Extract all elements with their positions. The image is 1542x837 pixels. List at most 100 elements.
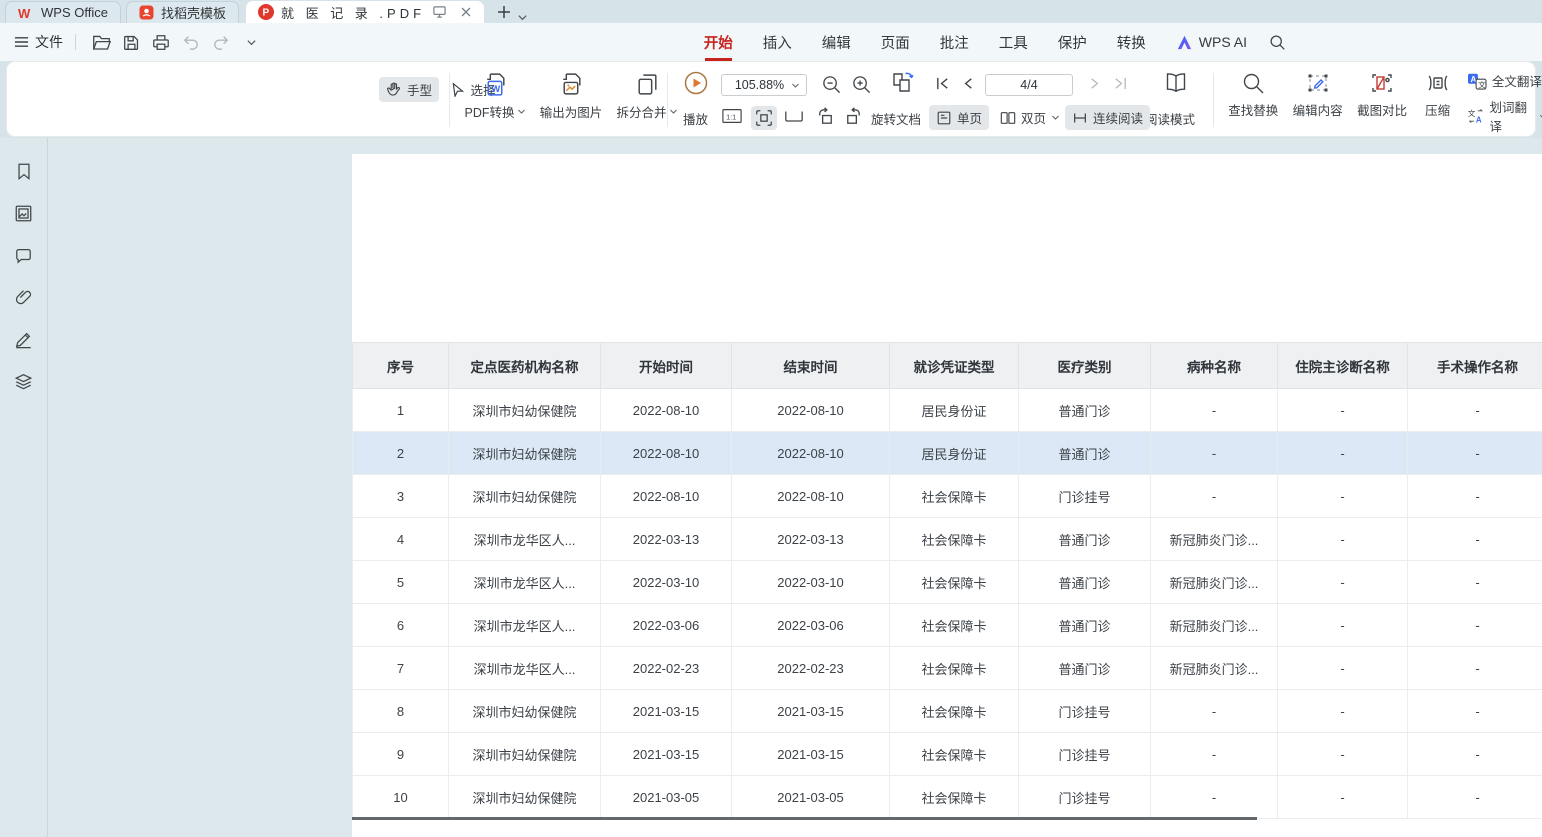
table-cell: 2022-02-23 [601,647,732,690]
table-cell: 深圳市龙华区人... [449,604,601,647]
tab-wps-office[interactable]: W WPS Office [5,1,121,23]
export-image-button[interactable]: 输出为图片 [533,71,609,121]
zoom-in-button[interactable] [851,74,872,95]
full-text-translate-button[interactable]: A文 全文翻译 [1467,71,1542,90]
page-number-input[interactable]: 4/4 [985,74,1073,96]
table-cell: 居民身份证 [890,432,1019,475]
next-page-button[interactable] [1087,76,1102,91]
menu-search-icon[interactable] [1269,34,1286,51]
menu-tab-2[interactable]: 插入 [763,26,792,59]
last-page-button[interactable] [1113,76,1128,91]
file-menu-button[interactable]: 文件 [14,32,63,52]
signature-panel-button[interactable] [13,328,35,350]
rotate-right-button[interactable] [843,106,864,127]
table-cell: 2022-03-10 [601,561,732,604]
fit-width-button[interactable] [783,106,805,126]
table-cell: 深圳市妇幼保健院 [449,690,601,733]
wps-ai-button[interactable]: WPS AI [1176,34,1247,50]
folder-open-icon [92,34,111,51]
continuous-reading-button[interactable]: 连续阅读 [1065,105,1150,130]
docer-icon [139,5,154,20]
hand-icon [386,81,402,97]
tab-docer-templates[interactable]: 找稻壳模板 [126,1,239,23]
double-page-button[interactable]: 双页 [993,105,1067,130]
menu-tab-8[interactable]: 转换 [1117,26,1146,59]
thumbnails-panel-button[interactable] [13,202,35,224]
pen-icon [14,330,33,349]
first-page-button[interactable] [935,76,950,91]
svg-text:文: 文 [1478,79,1486,89]
actual-size-button[interactable]: 1:1 [721,106,743,126]
comments-panel-button[interactable] [13,244,35,266]
previous-page-button[interactable] [961,76,976,91]
compress-button[interactable]: 压缩 [1414,71,1461,119]
tab-list-chevron-icon[interactable] [517,12,528,23]
quick-access-chevron[interactable] [238,30,264,54]
redo-button[interactable] [208,30,234,54]
table-cell: 社会保障卡 [890,518,1019,561]
attachments-panel-button[interactable] [13,286,35,308]
redo-icon [212,34,230,50]
hand-tool-button[interactable]: 手型 [379,77,439,102]
menu-tab-5[interactable]: 批注 [940,26,969,59]
pdf-convert-button[interactable]: W PDF转换 [457,71,533,121]
menu-tab-7[interactable]: 保护 [1058,26,1087,59]
table-cell: 2022-03-06 [601,604,732,647]
tab-document-pdf[interactable]: P 就 医 记 录 .PDF [246,1,484,23]
bookmarks-panel-button[interactable] [13,160,35,182]
zoom-out-button[interactable] [821,74,842,95]
medical-records-table: 序号定点医药机构名称开始时间结束时间就诊凭证类型医疗类别病种名称住院主诊断名称手… [352,342,1542,819]
rotate-document-button[interactable] [889,69,917,97]
screenshot-compare-button[interactable]: 截图对比 [1350,71,1414,119]
table-cell: 1 [353,389,449,432]
undo-button[interactable] [178,30,204,54]
table-cell: 门诊挂号 [1019,690,1151,733]
comment-icon [14,247,33,264]
monitor-icon[interactable] [432,5,447,19]
menu-tab-1[interactable]: 开始 [704,26,733,59]
pdf-convert-label: PDF转换 [464,102,514,121]
layers-panel-button[interactable] [13,370,35,392]
print-button[interactable] [148,30,174,54]
rotate-left-button[interactable] [815,106,836,127]
split-merge-label: 拆分合并 [616,102,666,121]
title-tab-bar: W WPS Office 找稻壳模板 P 就 医 记 录 .PDF [0,0,1542,23]
table-cell: 门诊挂号 [1019,776,1151,819]
menu-tab-4[interactable]: 页面 [881,26,910,59]
chevron-down-icon [1051,113,1060,122]
column-header: 手术操作名称 [1408,343,1542,389]
table-cell: 2022-08-10 [601,432,732,475]
table-cell: 居民身份证 [890,389,1019,432]
edit-content-button[interactable]: 编辑内容 [1285,71,1349,119]
divider [75,34,76,50]
column-header: 结束时间 [732,343,890,389]
table-row: 8深圳市妇幼保健院2021-03-152021-03-15社会保障卡门诊挂号--… [353,690,1542,733]
table-cell: 普通门诊 [1019,432,1151,475]
column-header: 就诊凭证类型 [890,343,1019,389]
play-button[interactable] [683,70,709,101]
thumbnail-icon [14,204,33,223]
table-cell: 2021-03-15 [732,733,890,776]
continuous-reading-icon [1072,110,1088,126]
save-button[interactable] [118,30,144,54]
find-replace-button[interactable]: 查找替换 [1221,71,1285,119]
table-cell: - [1408,647,1542,690]
table-cell: - [1278,475,1408,518]
single-page-button[interactable]: 单页 [929,105,989,130]
fit-page-button[interactable] [751,106,777,130]
new-tab-button[interactable] [493,1,515,23]
menu-tab-6[interactable]: 工具 [999,26,1028,59]
word-translate-button[interactable]: 文A 划词翻译 [1467,97,1542,135]
table-cell: 4 [353,518,449,561]
read-mode-button[interactable] [1163,70,1189,95]
wps-ai-icon [1176,35,1193,50]
zoom-level-combobox[interactable]: 105.88% [721,74,807,96]
close-tab-icon[interactable] [460,6,472,18]
full-translate-icon: A文 [1467,72,1487,90]
edit-content-label: 编辑内容 [1293,100,1343,119]
table-cell: 2022-08-10 [732,432,890,475]
menu-tab-3[interactable]: 编辑 [822,26,851,59]
table-cell: 社会保障卡 [890,475,1019,518]
word-translate-label: 划词翻译 [1489,97,1533,135]
open-file-button[interactable] [88,30,114,54]
